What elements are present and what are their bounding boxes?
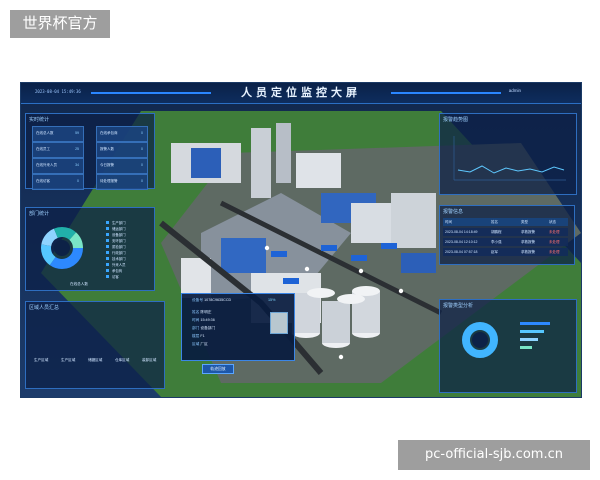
region-label: 生产区域 xyxy=(61,358,76,362)
legend-item: 安环部门 xyxy=(106,238,152,243)
popup-time: 时间 15:49:36 xyxy=(192,318,215,322)
legend-item: 访客 xyxy=(106,274,152,279)
alarm-info-panel: 报警信息 时间 姓名 类型 状态 2023-08-04 14:18:49 胡鹏程… xyxy=(439,205,575,265)
stat-card: 报警人数 0 xyxy=(96,142,148,158)
region-label: 仓库区域 xyxy=(115,358,130,362)
replay-button[interactable]: 轨迹回放 xyxy=(202,364,234,374)
page-title: 人员定位监控大屏 xyxy=(241,86,361,99)
region-panel: 区域人员汇总 生产区域 生产区域 储罐区域 仓库区域 装卸区域 xyxy=(25,301,165,389)
stat-card: 在线承包商 0 xyxy=(96,126,148,142)
legend-item: 设备部门 xyxy=(106,232,152,237)
stat-card: 在线员工 25 xyxy=(32,142,84,158)
personnel-popup: 设备号 1078C9635CCD 15% 姓名 陈明庄 时间 15:49:36 … xyxy=(181,293,295,374)
legend-item: 技术部门 xyxy=(106,256,152,261)
alarm-type-panel: 报警类型分析 xyxy=(439,299,577,393)
alarm-type-legend xyxy=(520,322,550,349)
title-bar-left xyxy=(91,92,211,94)
alarm-trend-title: 报警趋势图 xyxy=(443,117,469,123)
region-title: 区域人员汇总 xyxy=(29,305,60,311)
alarm-trend-panel: 报警趋势图 xyxy=(439,113,577,195)
table-row[interactable]: 2023-08-04 12:10:12 李小强 求救报警 未处理 xyxy=(443,238,568,246)
popup-device: 设备号 1078C9635CCD xyxy=(192,298,232,302)
legend-item: 生产部门 xyxy=(106,220,152,225)
legend-item: 质检部门 xyxy=(106,244,152,249)
user-label[interactable]: admin xyxy=(509,88,521,93)
stats-panel: 实时统计 在线总人数 59 在线承包商 0 在线员工 25 报警人数 0 在线外来人员 3… xyxy=(25,113,155,190)
alarm-table-header: 时间 姓名 类型 状态 xyxy=(443,218,568,226)
dept-donut-chart xyxy=(41,227,83,269)
popup-dept: 部门 设备部门 xyxy=(192,326,216,330)
alarm-trend-chart xyxy=(453,136,566,181)
legend-item: 储运部门 xyxy=(106,226,152,231)
table-row[interactable]: 2023-08-04 07:57:18 赵军 求救报警 未处理 xyxy=(443,248,568,256)
alarm-type-donut xyxy=(462,322,498,358)
dept-title: 部门统计 xyxy=(29,211,50,217)
dept-footer: 在线总人数 xyxy=(70,282,88,286)
table-row[interactable]: 2023-08-04 14:18:49 胡鹏程 求救报警 未处理 xyxy=(443,228,568,236)
legend-item: 行政部门 xyxy=(106,250,152,255)
avatar xyxy=(270,312,288,334)
stats-title: 实时统计 xyxy=(29,117,50,123)
popup-area: 区域 厂区 xyxy=(192,342,208,346)
region-label: 储罐区域 xyxy=(88,358,103,362)
legend-item: 承包商 xyxy=(106,268,152,273)
stat-card: 在线访客 0 xyxy=(32,174,84,190)
region-label: 生产区域 xyxy=(34,358,49,362)
datetime: 2023-08-04 15:49:36 xyxy=(35,89,81,94)
stat-card: 在线外来人员 34 xyxy=(32,158,84,174)
alarm-type-title: 报警类型分析 xyxy=(443,303,474,309)
stat-card: 在线总人数 59 xyxy=(32,126,84,142)
stat-card: 今日报警 0 xyxy=(96,158,148,174)
popup-floor: 楼层 F1 xyxy=(192,334,205,338)
region-label: 装卸区域 xyxy=(142,358,157,362)
legend-item: 外来人员 xyxy=(106,262,152,267)
dashboard-screen: 2023-08-04 15:49:36 人员定位监控大屏 admin 实时统计 … xyxy=(20,82,582,398)
alarm-info-title: 报警信息 xyxy=(443,209,464,215)
popup-name: 姓名 陈明庄 xyxy=(192,310,212,314)
dept-panel: 部门统计 生产部门 储运部门 设备部门 安环部门 质检部门 行政部门 技术部门 … xyxy=(25,207,155,291)
watermark-bottom: pc-official-sjb.com.cn xyxy=(398,440,590,470)
title-bar-right xyxy=(391,92,501,94)
watermark-top: 世界杯官方 xyxy=(10,10,110,38)
stat-card: 待处理报警 0 xyxy=(96,174,148,190)
battery-level: 15% xyxy=(268,298,276,302)
top-bar: 2023-08-04 15:49:36 人员定位监控大屏 admin xyxy=(21,83,581,104)
